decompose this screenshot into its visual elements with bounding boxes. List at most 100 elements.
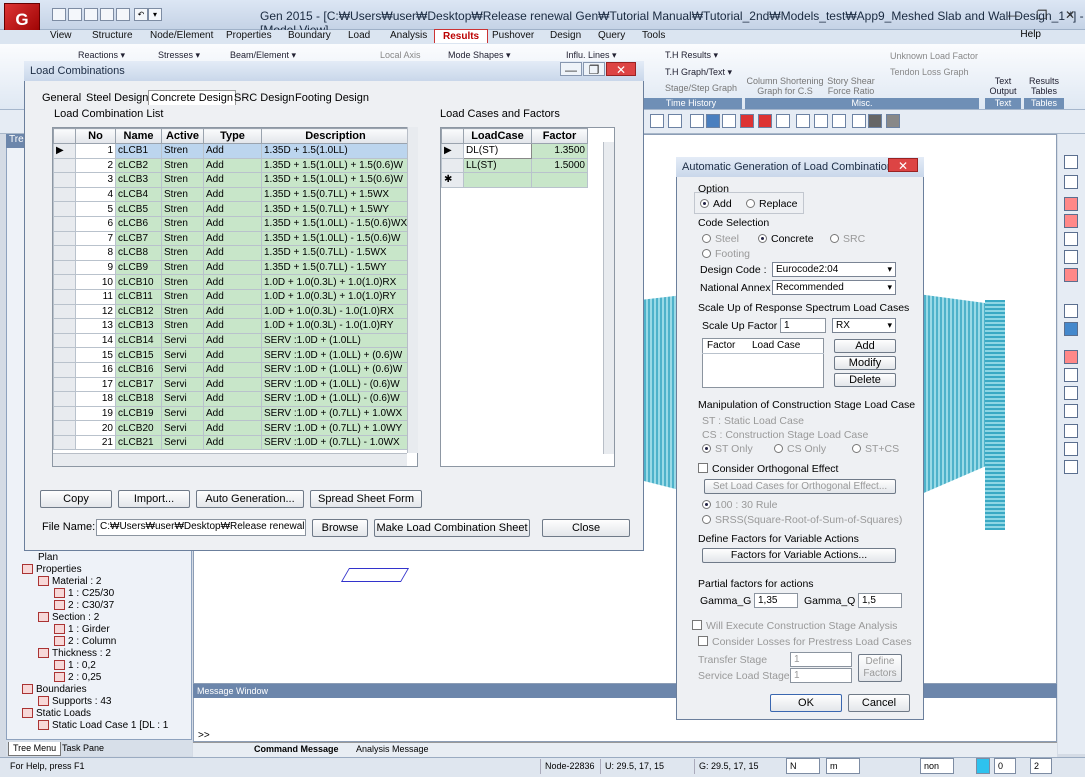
lc-row[interactable]: 12 cLCB12 Stren Add 1.0D + 1.0(0.3L) - 1.0(1… bbox=[53, 303, 410, 320]
col-header-type[interactable]: Type bbox=[203, 128, 262, 144]
help-menu[interactable]: Help bbox=[1020, 29, 1041, 40]
pan-icon[interactable] bbox=[1064, 268, 1078, 282]
lc-description[interactable]: SERV :1.0D + (1.0LL) bbox=[261, 332, 410, 349]
gamma-g-input[interactable]: 1,35 bbox=[754, 593, 798, 608]
variable-factors-button[interactable]: Factors for Variable Actions... bbox=[702, 548, 896, 563]
new-file-icon[interactable] bbox=[52, 8, 66, 21]
zoom-icon[interactable] bbox=[668, 114, 682, 128]
fit-icon[interactable] bbox=[690, 114, 704, 128]
tab-boundary[interactable]: Boundary bbox=[280, 29, 339, 43]
scale-modify-button[interactable]: Modify bbox=[834, 356, 896, 370]
lc-row[interactable]: 3 cLCB3 Stren Add 1.35D + 1.5(1.0LL) + 1.5(0… bbox=[53, 172, 410, 188]
will-execute-checkbox[interactable]: Will Execute Construction Stage Analysis bbox=[692, 620, 897, 632]
code-src-radio[interactable]: SRC bbox=[830, 233, 865, 245]
lc-type[interactable]: Add bbox=[203, 303, 262, 320]
print-icon[interactable] bbox=[116, 8, 130, 21]
srss-radio[interactable]: SRSS(Square-Root-of-Sum-of-Squares) bbox=[702, 514, 902, 526]
frame-icon[interactable] bbox=[1064, 386, 1078, 400]
make-sheet-button[interactable]: Make Load Combination Sheet bbox=[374, 519, 530, 537]
tab-query[interactable]: Query bbox=[590, 29, 633, 43]
lc-active[interactable]: Stren bbox=[161, 143, 204, 159]
lc-name[interactable]: cLCB20 bbox=[115, 420, 162, 436]
tab-analysis[interactable]: Analysis bbox=[382, 29, 435, 43]
lc-name[interactable]: cLCB5 bbox=[115, 201, 162, 217]
lc-active[interactable]: Servi bbox=[161, 332, 204, 349]
influ-lines-button[interactable]: Influ. Lines ▾ bbox=[566, 50, 617, 61]
lc-description[interactable]: SERV :1.0D + (1.0LL) + (0.6)W bbox=[261, 361, 410, 378]
close-icon[interactable]: ✕ bbox=[1056, 6, 1084, 24]
lc-row[interactable]: 4 cLCB4 Stren Add 1.35D + 1.5(0.7LL) + 1.5WX bbox=[53, 186, 410, 203]
tree-item-plan[interactable]: Plan bbox=[10, 552, 188, 564]
cs-only-radio[interactable]: CS Only bbox=[774, 443, 826, 455]
lc-row[interactable]: 20 cLCB20 Servi Add SERV :1.0D + (0.7LL) + 1… bbox=[53, 420, 410, 436]
consider-losses-checkbox[interactable]: Consider Losses for Prestress Load Cases bbox=[698, 636, 912, 648]
st-only-radio[interactable]: ST Only bbox=[702, 443, 753, 455]
col-header-factor[interactable]: Factor bbox=[531, 128, 588, 144]
render-icon[interactable] bbox=[740, 114, 754, 128]
scale-loadcase-col[interactable]: Load Case bbox=[752, 340, 800, 351]
lock-icon[interactable] bbox=[868, 114, 882, 128]
label-icon[interactable] bbox=[832, 114, 846, 128]
lc-row[interactable]: 15 cLCB15 Servi Add SERV :1.0D + (1.0LL) + (… bbox=[53, 347, 410, 363]
lc-description[interactable]: 1.0D + 1.0(0.3L) + 1.0(1.0)RX bbox=[261, 274, 410, 290]
tree-item-static-load-case[interactable]: Static Load Case 1 [DL : 1 bbox=[10, 720, 188, 732]
lc-name[interactable]: cLCB2 bbox=[115, 157, 162, 174]
lc-description[interactable]: 1.35D + 1.5(0.7LL) - 1.5WY bbox=[261, 259, 410, 276]
line-icon[interactable] bbox=[1064, 424, 1078, 438]
lc-description[interactable]: 1.0D + 1.0(0.3L) - 1.0(1.0)RY bbox=[261, 318, 410, 334]
th-results-button[interactable]: T.H Results ▾ bbox=[665, 50, 718, 61]
lc-active[interactable]: Stren bbox=[161, 172, 204, 188]
tab-concrete-design[interactable]: Concrete Design bbox=[148, 90, 236, 105]
lc-row[interactable]: 2 cLCB2 Stren Add 1.35D + 1.5(1.0LL) + 1.5(0… bbox=[53, 157, 410, 174]
lc-row[interactable]: 6 cLCB6 Stren Add 1.35D + 1.5(1.0LL) - 1.5(0… bbox=[53, 215, 410, 232]
tab-general[interactable]: General bbox=[42, 92, 81, 104]
tree-item-supports[interactable]: Supports : 43 bbox=[10, 696, 188, 708]
lc-name[interactable]: cLCB14 bbox=[115, 332, 162, 349]
ag-close-icon[interactable]: ✕ bbox=[888, 158, 918, 173]
lc-type[interactable]: Add bbox=[203, 274, 262, 290]
rule-100-30-radio[interactable]: 100 : 30 Rule bbox=[702, 499, 777, 511]
none-select[interactable]: non bbox=[920, 758, 954, 774]
tree-item-thickness[interactable]: Thickness : 2 bbox=[10, 648, 188, 660]
lc-description[interactable]: 1.35D + 1.5(1.0LL) + 1.5(0.6)W bbox=[261, 157, 410, 174]
results-tables-button[interactable]: Results Tables bbox=[1024, 76, 1064, 96]
tab-footing-design[interactable]: Footing Design bbox=[295, 92, 369, 104]
tab-task-pane[interactable]: Task Pane bbox=[58, 742, 108, 756]
code-footing-radio[interactable]: Footing bbox=[702, 248, 750, 260]
lc-name[interactable]: cLCB18 bbox=[115, 391, 162, 407]
case-loadcase-select[interactable]: DL(ST) bbox=[463, 143, 532, 159]
beam-element-button[interactable]: Beam/Element ▾ bbox=[230, 50, 296, 61]
lc-type[interactable]: Add bbox=[203, 405, 262, 422]
lc-active[interactable]: Servi bbox=[161, 376, 204, 393]
col-header-active[interactable]: Active bbox=[161, 128, 204, 144]
lc-active[interactable]: Stren bbox=[161, 245, 204, 261]
orthogonal-button[interactable]: Set Load Cases for Orthogonal Effect... bbox=[704, 479, 896, 494]
zoom-in-icon[interactable] bbox=[1064, 232, 1078, 246]
lc-minimize-icon[interactable]: — bbox=[560, 62, 582, 77]
tab-view[interactable]: View bbox=[42, 29, 80, 43]
zoom-window-icon[interactable] bbox=[1064, 197, 1078, 211]
lc-active[interactable]: Stren bbox=[161, 201, 204, 217]
lc-row[interactable]: 5 cLCB5 Stren Add 1.35D + 1.5(0.7LL) + 1.5WY bbox=[53, 201, 410, 217]
view-icon[interactable] bbox=[706, 114, 720, 128]
lc-name[interactable]: cLCB17 bbox=[115, 376, 162, 393]
lc-active[interactable]: Stren bbox=[161, 230, 204, 247]
tab-design[interactable]: Design bbox=[542, 29, 589, 43]
lc-type[interactable]: Add bbox=[203, 143, 262, 159]
unknown-load-factor-button[interactable]: Unknown Load Factor bbox=[890, 51, 978, 61]
close-button[interactable]: Close bbox=[542, 519, 630, 537]
lc-name[interactable]: cLCB12 bbox=[115, 303, 162, 320]
option-replace-radio[interactable]: Replace bbox=[746, 198, 798, 210]
top-view-icon[interactable] bbox=[1064, 155, 1078, 169]
force-unit-select[interactable]: N bbox=[786, 758, 820, 774]
lc-description[interactable]: 1.35D + 1.5(1.0LL) bbox=[261, 143, 410, 159]
lc-description[interactable]: 1.35D + 1.5(0.7LL) + 1.5WX bbox=[261, 186, 410, 203]
lc-close-icon[interactable]: ✕ bbox=[606, 62, 636, 77]
minimize-icon[interactable]: — bbox=[1000, 6, 1028, 24]
col-header-no[interactable]: No bbox=[75, 128, 116, 144]
lc-row[interactable]: 19 cLCB19 Servi Add SERV :1.0D + (0.7LL) + 1… bbox=[53, 405, 410, 422]
lc-type[interactable]: Add bbox=[203, 391, 262, 407]
direction-select[interactable]: RX bbox=[832, 318, 896, 333]
lc-name[interactable]: cLCB11 bbox=[115, 288, 162, 305]
col-header-loadcase[interactable]: LoadCase bbox=[463, 128, 532, 144]
